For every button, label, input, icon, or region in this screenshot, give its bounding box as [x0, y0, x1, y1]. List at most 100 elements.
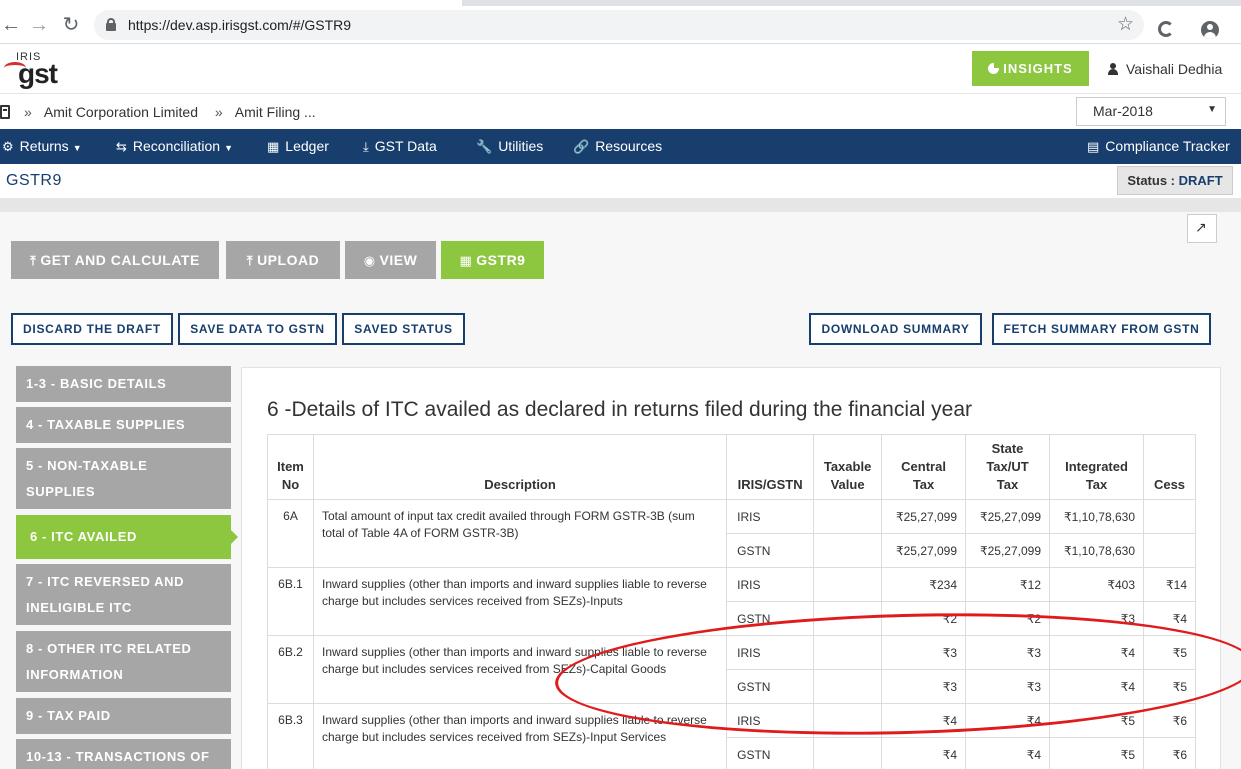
- breadcrumb-filing[interactable]: Amit Filing ...: [235, 104, 316, 120]
- irisgst-logo[interactable]: IRIS gst: [4, 50, 74, 90]
- back-icon[interactable]: ←: [0, 14, 22, 36]
- forward-icon[interactable]: →: [28, 14, 50, 36]
- central-tax-cell[interactable]: ₹234: [881, 567, 967, 602]
- integrated-tax-cell[interactable]: ₹3: [1049, 601, 1144, 636]
- nav-returns[interactable]: ⚙ Returns ▼: [2, 129, 82, 164]
- state-tax-cell[interactable]: ₹4: [965, 703, 1051, 738]
- sidebar-item-label: 6 - ITC AVAILED: [30, 529, 137, 544]
- state-tax-cell[interactable]: ₹25,27,099: [965, 499, 1051, 534]
- central-tax-cell[interactable]: ₹25,27,099: [881, 499, 967, 534]
- cess-cell[interactable]: [1143, 533, 1196, 568]
- col-header-description[interactable]: Description: [312, 434, 728, 500]
- download-summary-button[interactable]: DOWNLOAD SUMMARY: [809, 313, 982, 345]
- period-select[interactable]: Mar-2018 ▼: [1076, 97, 1226, 126]
- upload-button[interactable]: ⤒ UPLOAD: [226, 241, 340, 279]
- description-cell: Inward supplies (other than imports and …: [312, 703, 728, 769]
- taxable-value-cell[interactable]: [813, 669, 883, 704]
- download-icon: ⤓: [363, 139, 369, 154]
- state-tax-cell[interactable]: ₹12: [965, 567, 1051, 602]
- nav-compliance-tracker[interactable]: ▤ Compliance Tracker: [1087, 129, 1230, 164]
- nav-gst-data[interactable]: ⤓ GST Data: [363, 129, 437, 164]
- fetch-summary-button[interactable]: FETCH SUMMARY FROM GSTN: [992, 313, 1211, 345]
- central-tax-cell[interactable]: ₹3: [881, 669, 967, 704]
- nav-resources[interactable]: 🔗 Resources: [573, 129, 662, 164]
- sidebar-item-taxable-supplies[interactable]: 4 - TAXABLE SUPPLIES: [16, 407, 231, 443]
- get-and-calculate-button[interactable]: ⤒ GET AND CALCULATE: [11, 241, 219, 279]
- taxable-value-cell[interactable]: [813, 703, 883, 738]
- save-data-to-gstn-button[interactable]: SAVE DATA TO GSTN: [178, 313, 337, 345]
- cess-cell[interactable]: ₹6: [1143, 737, 1196, 769]
- table-icon: ▦: [459, 253, 473, 268]
- integrated-tax-cell[interactable]: ₹4: [1049, 635, 1144, 670]
- taxable-value-cell[interactable]: [813, 635, 883, 670]
- nav-reconciliation-label: Reconciliation: [132, 138, 221, 154]
- user-menu[interactable]: Vaishali Dedhia: [1108, 61, 1222, 77]
- nav-reconciliation[interactable]: ⇆ Reconciliation ▼: [116, 129, 233, 164]
- sidebar-item-basic-details[interactable]: 1-3 - BASIC DETAILS: [16, 366, 231, 402]
- itc-table: Item No Description IRIS/GSTN Taxable Valu…: [267, 434, 1196, 769]
- link-icon: 🔗: [573, 139, 590, 154]
- discard-draft-button[interactable]: DISCARD THE DRAFT: [11, 313, 173, 345]
- sidebar-item-label: INELIGIBLE ITC: [26, 600, 132, 615]
- saved-status-button[interactable]: SAVED STATUS: [342, 313, 465, 345]
- expand-icon[interactable]: [1187, 214, 1217, 243]
- table-header-row: Item No Description IRIS/GSTN Taxable Valu…: [267, 434, 1196, 500]
- cess-cell[interactable]: ₹4: [1143, 601, 1196, 636]
- cess-cell[interactable]: ₹5: [1143, 635, 1196, 670]
- integrated-tax-cell[interactable]: ₹5: [1049, 703, 1144, 738]
- extension-icon[interactable]: [1158, 21, 1174, 37]
- reload-icon[interactable]: ↻: [60, 14, 82, 36]
- insights-label: INSIGHTS: [1003, 61, 1073, 76]
- building-icon[interactable]: [0, 105, 10, 119]
- sidebar-item-transactions[interactable]: 10-13 - TRANSACTIONS OF: [16, 739, 231, 769]
- col-header-taxable-value[interactable]: Taxable Value: [813, 434, 883, 500]
- integrated-tax-cell[interactable]: ₹1,10,78,630: [1049, 533, 1144, 568]
- taxable-value-cell[interactable]: [813, 533, 883, 568]
- central-tax-cell[interactable]: ₹25,27,099: [881, 533, 967, 568]
- insights-button[interactable]: INSIGHTS: [972, 51, 1089, 86]
- sidebar-item-other-itc[interactable]: 8 - OTHER ITC RELATED INFORMATION: [16, 631, 231, 692]
- breadcrumb-company[interactable]: Amit Corporation Limited: [44, 104, 198, 120]
- sidebar-item-non-taxable-supplies[interactable]: 5 - NON-TAXABLE SUPPLIES: [16, 448, 231, 509]
- breadcrumb-separator-icon: »: [24, 104, 32, 120]
- page-title-bar: GSTR9 Status : DRAFT: [0, 164, 1241, 198]
- view-button[interactable]: ◉ VIEW: [345, 241, 436, 279]
- sidebar-item-itc-reversed[interactable]: 7 - ITC REVERSED AND INELIGIBLE ITC: [16, 564, 231, 625]
- cess-cell[interactable]: ₹5: [1143, 669, 1196, 704]
- state-tax-cell[interactable]: ₹2: [965, 601, 1051, 636]
- col-header-state-tax[interactable]: State Tax/UT Tax: [965, 434, 1051, 500]
- taxable-value-cell[interactable]: [813, 567, 883, 602]
- central-tax-cell[interactable]: ₹3: [881, 635, 967, 670]
- sidebar-item-tax-paid[interactable]: 9 - TAX PAID: [16, 698, 231, 734]
- taxable-value-cell[interactable]: [813, 499, 883, 534]
- nav-ledger[interactable]: ▦ Ledger: [267, 129, 329, 164]
- col-header-central-tax[interactable]: Central Tax: [881, 434, 967, 500]
- col-header-cess[interactable]: Cess: [1143, 434, 1196, 500]
- taxable-value-cell[interactable]: [813, 737, 883, 769]
- gstr9-button[interactable]: ▦ GSTR9: [441, 241, 544, 279]
- col-header-source[interactable]: IRIS/GSTN: [726, 434, 815, 500]
- integrated-tax-cell[interactable]: ₹4: [1049, 669, 1144, 704]
- cess-cell[interactable]: [1143, 499, 1196, 534]
- integrated-tax-cell[interactable]: ₹403: [1049, 567, 1144, 602]
- browser-profile-icon[interactable]: [1201, 21, 1219, 39]
- col-header-item-no[interactable]: Item No: [267, 434, 314, 500]
- central-tax-cell[interactable]: ₹4: [881, 737, 967, 769]
- integrated-tax-cell[interactable]: ₹5: [1049, 737, 1144, 769]
- central-tax-cell[interactable]: ₹2: [881, 601, 967, 636]
- nav-utilities[interactable]: 🔧 Utilities: [476, 129, 543, 164]
- caret-down-icon: ▼: [224, 143, 233, 153]
- taxable-value-cell[interactable]: [813, 601, 883, 636]
- col-header-integrated-tax[interactable]: Integrated Tax: [1049, 434, 1144, 500]
- bookmark-star-icon[interactable]: ☆: [1117, 13, 1134, 36]
- state-tax-cell[interactable]: ₹3: [965, 669, 1051, 704]
- cess-cell[interactable]: ₹6: [1143, 703, 1196, 738]
- sidebar-item-itc-availed[interactable]: 6 - ITC AVAILED: [16, 515, 238, 559]
- state-tax-cell[interactable]: ₹4: [965, 737, 1051, 769]
- address-bar[interactable]: https://dev.asp.irisgst.com/#/GSTR9 ☆: [94, 10, 1144, 40]
- state-tax-cell[interactable]: ₹3: [965, 635, 1051, 670]
- central-tax-cell[interactable]: ₹4: [881, 703, 967, 738]
- cess-cell[interactable]: ₹14: [1143, 567, 1196, 602]
- integrated-tax-cell[interactable]: ₹1,10,78,630: [1049, 499, 1144, 534]
- state-tax-cell[interactable]: ₹25,27,099: [965, 533, 1051, 568]
